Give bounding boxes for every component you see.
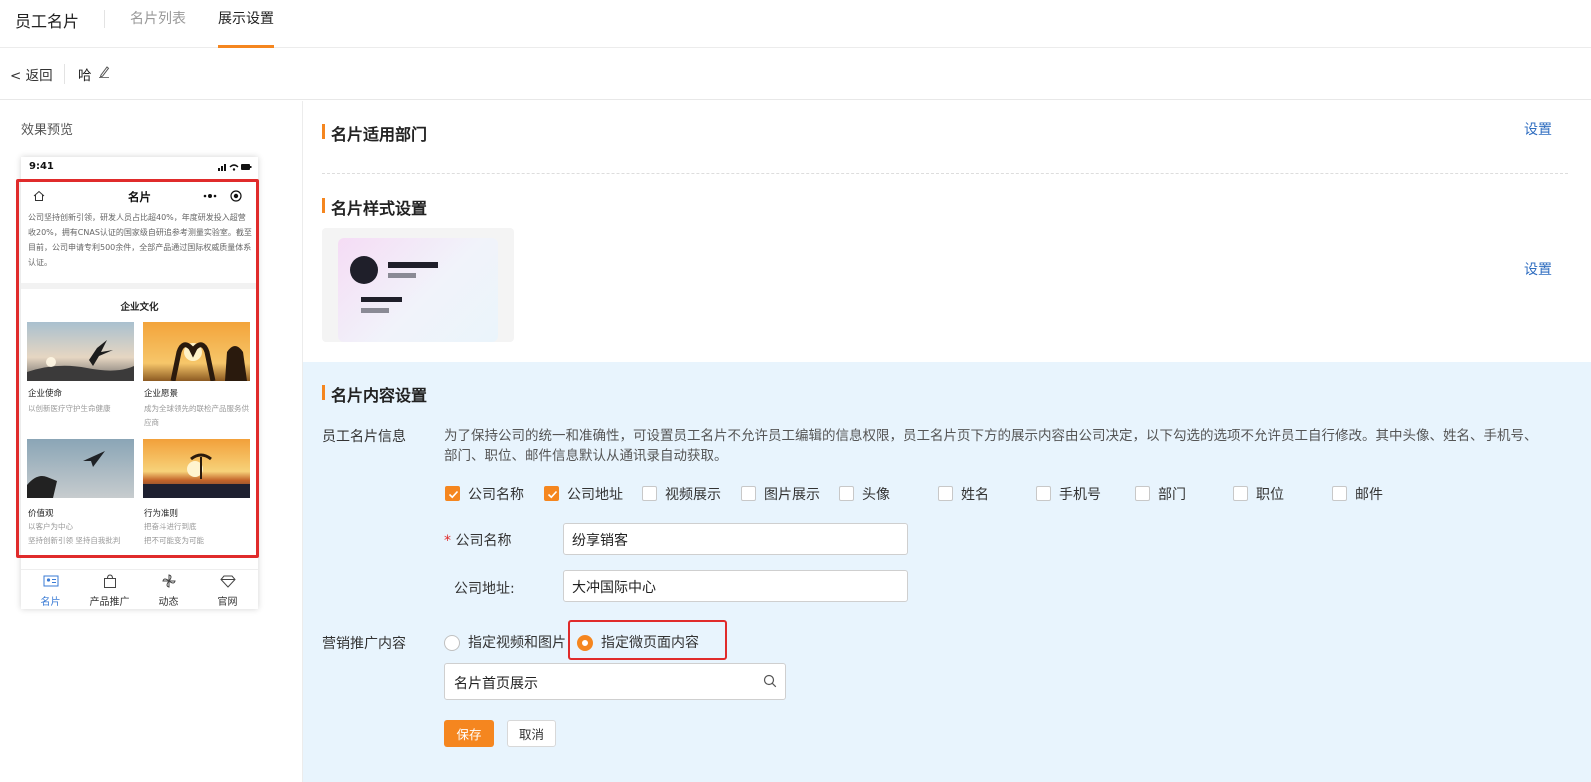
card-layout-sketch [350, 256, 438, 313]
content-section-title: 名片内容设置 [331, 386, 428, 405]
company-address-label: 公司地址: [454, 581, 515, 597]
section-marker [322, 385, 325, 400]
back-button[interactable]: < 返回 [10, 64, 53, 84]
checkbox-box [938, 486, 953, 501]
cancel-button[interactable]: 取消 [507, 720, 556, 747]
section-divider [322, 173, 1568, 174]
sub-divider [64, 64, 65, 84]
content-settings-area [303, 362, 1591, 782]
checkbox-box [839, 486, 854, 501]
company-name-label-text: 公司名称 [455, 533, 512, 549]
checkbox-label: 头像 [862, 487, 890, 503]
diamond-icon [219, 575, 236, 588]
radio-dot [444, 635, 460, 651]
company-name-label: * 公司名称 [444, 530, 511, 550]
checkbox-box [544, 486, 559, 501]
phone-tab-news[interactable]: 动态 [139, 570, 198, 609]
phone-tab-card[interactable]: 名片 [21, 570, 80, 609]
phone-tabbar: 名片 产品推广 动态 官网 [21, 569, 258, 609]
nav-divider [104, 10, 105, 28]
phone-tab-products[interactable]: 产品推广 [80, 570, 139, 609]
tab-display-settings[interactable]: 展示设置 [218, 8, 274, 28]
card-style-sample [338, 238, 498, 342]
checkbox-label: 图片展示 [764, 487, 820, 503]
company-name-input[interactable]: 纷享销客 [563, 523, 908, 555]
style-settings-link[interactable]: 设置 [1524, 259, 1552, 279]
checkbox-box [1332, 486, 1347, 501]
required-mark: * [444, 533, 456, 549]
sub-header: < 返回 哈 [0, 48, 1591, 100]
checkbox-box [445, 486, 460, 501]
checkbox-label: 邮件 [1355, 487, 1383, 503]
top-nav: 员工名片 名片列表 展示设置 [0, 0, 1591, 48]
phone-tab-products-label: 产品推广 [89, 597, 130, 608]
company-address-input[interactable]: 大冲国际中心 [563, 570, 908, 602]
id-card-icon [43, 575, 58, 587]
section-marker [322, 198, 325, 213]
highlight-frame [16, 179, 259, 558]
micropage-select[interactable]: 名片首页展示 [444, 663, 786, 700]
style-section-title: 名片样式设置 [331, 199, 428, 218]
search-icon[interactable] [763, 674, 777, 688]
marketing-label: 营销推广内容 [322, 636, 406, 652]
section-marker [322, 124, 325, 139]
checkbox-box [1036, 486, 1051, 501]
highlight-frame [568, 620, 727, 660]
signal-wifi-battery-icon [218, 164, 252, 171]
bag-icon [103, 574, 116, 588]
phone-tab-website-label: 官网 [217, 597, 238, 608]
checkbox-label: 部门 [1158, 487, 1186, 503]
card-name: 哈 [78, 68, 92, 84]
save-button[interactable]: 保存 [444, 720, 494, 747]
tab-card-list[interactable]: 名片列表 [130, 8, 186, 28]
info-label: 员工名片信息 [322, 429, 406, 445]
info-description: 为了保持公司的统一和准确性，可设置员工名片不允许员工编辑的信息权限，员工名片页下… [444, 428, 1538, 464]
checkbox-label: 公司地址 [567, 487, 623, 503]
app-title: 员工名片 [15, 12, 80, 31]
radio-label: 指定视频和图片 [468, 635, 566, 651]
phone-tab-website[interactable]: 官网 [198, 570, 257, 609]
checkbox-label: 公司名称 [468, 487, 524, 503]
checkbox-box [642, 486, 657, 501]
checkbox-label: 视频展示 [665, 487, 721, 503]
checkbox-box [1233, 486, 1248, 501]
dept-section-title: 名片适用部门 [331, 125, 428, 144]
phone-tab-card-label: 名片 [40, 597, 61, 608]
status-time: 9:41 [29, 161, 54, 172]
checkbox-label: 手机号 [1059, 487, 1101, 503]
preview-panel: 效果预览 9:41 名片 公司坚持创新引领，研发人员占比超40%，年度研发投入超… [0, 101, 303, 782]
pinwheel-icon [161, 574, 176, 588]
edit-icon[interactable] [98, 64, 110, 78]
preview-label: 效果预览 [21, 123, 74, 138]
phone-tab-news-label: 动态 [158, 597, 179, 608]
checkbox-box [1135, 486, 1150, 501]
dept-settings-link[interactable]: 设置 [1524, 119, 1552, 139]
checkbox-box [741, 486, 756, 501]
checkbox-label: 姓名 [961, 487, 989, 503]
checkbox-label: 职位 [1256, 487, 1284, 503]
